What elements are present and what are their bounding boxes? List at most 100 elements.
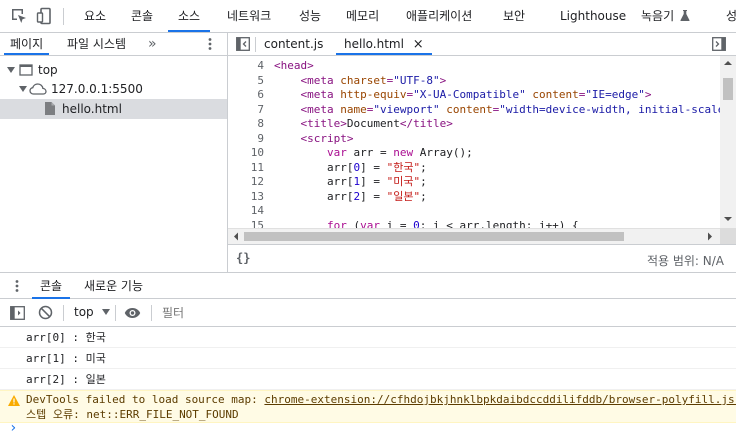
drawer-tab-whats-new[interactable]: 새로운 기능 (84, 273, 143, 299)
line-number[interactable]: 5 (228, 73, 264, 88)
line-number[interactable]: 9 (228, 131, 264, 146)
tab-console[interactable]: 콘솔 (131, 0, 153, 32)
line-number[interactable]: 13 (228, 189, 264, 204)
code-line: 9 <script> (228, 131, 720, 146)
code-token: content (446, 102, 493, 116)
code-token: > (439, 73, 447, 87)
code-token: ( (346, 218, 361, 229)
code-token: "UTF-8" (393, 73, 440, 87)
tab-performance[interactable]: 성능 (299, 0, 321, 32)
code-line: 4 <head> (228, 58, 720, 73)
console-warning-row: DevTools failed to load source map: chro… (0, 390, 736, 423)
tab-network[interactable]: 네트워크 (227, 0, 271, 32)
scroll-left-arrow-icon[interactable] (231, 229, 241, 244)
tab-lighthouse[interactable]: Lighthouse (560, 0, 626, 32)
more-tabs-chevron[interactable]: » (148, 33, 157, 55)
tab-application[interactable]: 애플리케이션 (406, 0, 472, 32)
tab-sources[interactable]: 소스 (168, 0, 211, 32)
scrollbar-thumb[interactable] (723, 78, 733, 100)
code-token: "한국" (386, 160, 421, 174)
line-number[interactable]: 4 (228, 58, 264, 73)
tab-filesystem[interactable]: 파일 시스템 (67, 33, 126, 55)
drawer-tab-console[interactable]: 콘솔 (32, 273, 71, 299)
inspect-element-icon[interactable] (10, 7, 28, 25)
code-token: ; (420, 189, 427, 203)
tree-item-hello-html[interactable]: hello.html (0, 99, 227, 119)
scroll-down-arrow-icon[interactable] (720, 214, 736, 224)
coverage-status: 적용 범위: N/A (646, 254, 724, 268)
sidebar-toggle-icon[interactable] (10, 306, 25, 320)
code-token: arr[ (274, 175, 354, 188)
tab-content-js[interactable]: content.js (264, 33, 323, 55)
clear-console-icon[interactable] (38, 305, 53, 320)
scrollbar-corner (720, 228, 736, 244)
tab-page[interactable]: 페이지 (4, 33, 50, 55)
code-text: arr[0] = "한국"; (274, 160, 427, 175)
code-text: <head> (274, 58, 314, 73)
console-messages: arr[0] : 한국 arr[1] : 미국 arr[2] : 일본 DevT… (0, 327, 736, 435)
toolbar-divider (115, 305, 116, 321)
line-number[interactable]: 10 (228, 145, 264, 160)
editor-horizontal-scrollbar[interactable] (228, 228, 720, 244)
context-selector[interactable]: top (74, 305, 110, 319)
drawer-tab-bar: 콘솔 새로운 기능 (0, 272, 736, 299)
tree-item-origin[interactable]: 127.0.0.1:5500 (0, 79, 227, 99)
more-vertical-icon[interactable] (12, 279, 22, 293)
code-token: Document (346, 117, 400, 130)
code-editor[interactable]: 4 <head> 5 <meta charset="UTF-8"> 6 <meta h… (228, 56, 720, 228)
eye-icon[interactable] (124, 307, 141, 319)
scroll-up-arrow-icon[interactable] (720, 58, 736, 68)
line-number[interactable]: 14 (228, 203, 264, 218)
code-token: </title> (399, 117, 453, 130)
console-filter-input[interactable] (158, 303, 736, 323)
console-toolbar: top (0, 299, 736, 327)
code-token: arr[ (274, 160, 354, 174)
more-vertical-icon[interactable] (204, 37, 216, 51)
code-text: arr[1] = "미국"; (274, 174, 427, 189)
toolbar-divider (63, 8, 64, 25)
tab-label: hello.html (344, 37, 404, 51)
tab-overflow[interactable]: 성 (726, 0, 736, 32)
scrollbar-thumb[interactable] (244, 232, 624, 241)
tab-hello-html[interactable]: hello.html × (336, 33, 432, 55)
toggle-navigator-icon[interactable] (236, 37, 250, 51)
line-number[interactable]: 15 (228, 218, 264, 229)
code-token: <title> (300, 117, 347, 130)
code-text: <meta charset="UTF-8"> (274, 73, 447, 88)
console-log-row: arr[0] : 한국 (0, 327, 736, 348)
line-number[interactable]: 6 (228, 87, 264, 102)
log-text: arr[1] : 미국 (26, 352, 106, 365)
tab-recorder[interactable]: 녹음기 (641, 0, 690, 32)
pretty-print-icon[interactable]: {} (236, 251, 250, 265)
code-token: <meta (300, 73, 341, 87)
code-token: content (532, 88, 579, 101)
code-line: 6 <meta http-equiv="X-UA-Compatible" con… (228, 87, 720, 102)
code-token: "width=device-width, initial-scale (499, 102, 720, 116)
tree-item-top[interactable]: top (0, 60, 227, 80)
source-map-link[interactable]: chrome-extension://cfhdojbkjhnklbpkdaibd… (264, 393, 736, 406)
scroll-right-arrow-icon[interactable] (705, 229, 715, 244)
line-number[interactable]: 8 (228, 116, 264, 131)
code-text: <title>Document</title> (274, 116, 453, 131)
code-token: ] = (360, 189, 387, 203)
tab-elements[interactable]: 요소 (84, 0, 106, 32)
line-number[interactable]: 12 (228, 174, 264, 189)
file-icon (45, 102, 55, 115)
toggle-debugger-icon[interactable] (712, 37, 726, 51)
code-token: new (393, 146, 414, 159)
toolbar-divider (151, 305, 152, 321)
code-text: var arr = new Array(); (274, 145, 473, 160)
close-icon[interactable]: × (413, 37, 424, 52)
editor-vertical-scrollbar[interactable] (720, 56, 736, 228)
code-token: arr = (346, 146, 394, 159)
console-prompt[interactable]: › (0, 420, 736, 435)
code-token: <head> (274, 59, 314, 72)
line-number[interactable]: 11 (228, 160, 264, 175)
device-toolbar-icon[interactable] (36, 7, 54, 25)
tab-security[interactable]: 보안 (503, 0, 525, 32)
line-number[interactable]: 7 (228, 102, 264, 117)
tab-memory[interactable]: 메모리 (346, 0, 379, 32)
